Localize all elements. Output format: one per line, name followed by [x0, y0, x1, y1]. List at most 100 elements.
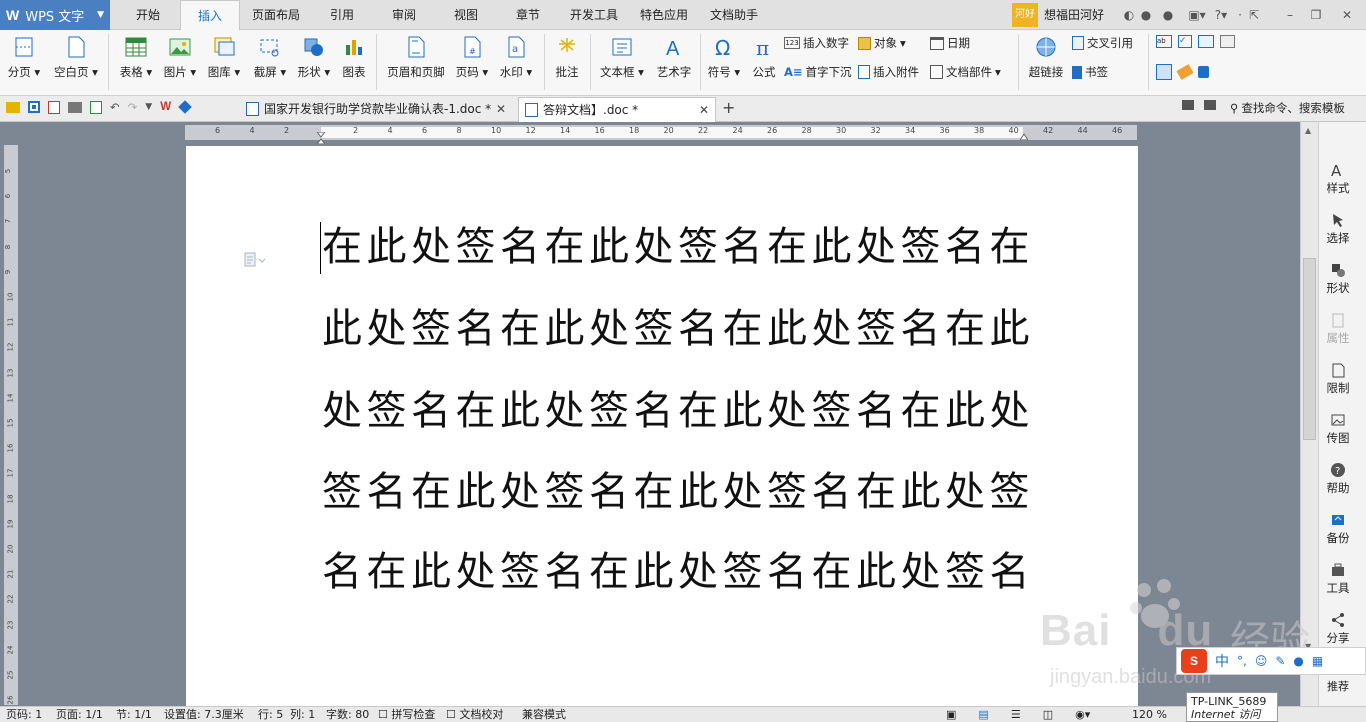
indent-marker-icon[interactable] — [317, 132, 325, 144]
tab-start[interactable]: 开始 — [122, 0, 174, 31]
tab-view[interactable]: 视图 — [442, 0, 490, 31]
document-line[interactable]: 在此处签名在此处签名在此处签名在 — [322, 217, 1034, 277]
cloud-icon[interactable]: ● — [1160, 0, 1176, 30]
tab-page-layout[interactable]: 页面布局 — [246, 0, 306, 31]
punctuation-icon[interactable]: °, — [1237, 654, 1247, 668]
cube-icon[interactable] — [178, 100, 192, 114]
side-select-button[interactable]: 选择 — [1318, 210, 1358, 246]
minimize-icon[interactable]: – — [1280, 0, 1300, 30]
tab-insert[interactable]: 插入 — [180, 0, 240, 31]
help-icon[interactable]: ?▾ — [1210, 0, 1232, 30]
user-badge[interactable]: 河好 — [1012, 3, 1038, 27]
restore-icon[interactable]: ❐ — [1306, 0, 1326, 30]
chart-button[interactable]: 图表 — [338, 32, 370, 80]
eraser-icon[interactable] — [1176, 64, 1194, 80]
scroll-up-icon[interactable]: ▲ — [1305, 126, 1311, 135]
handwrite-icon[interactable]: ✎ — [1275, 654, 1285, 668]
attachment-button[interactable]: 插入附件 — [858, 64, 919, 80]
table-button[interactable]: 表格 ▾ — [116, 32, 156, 80]
status-pages[interactable]: 页面: 1/1 — [56, 707, 103, 722]
fullscreen-icon[interactable]: ⇱ — [1244, 0, 1264, 30]
paragraph-options-icon[interactable] — [244, 252, 266, 268]
document-line[interactable]: 处签名在此处签名在此处签名在此处 — [322, 381, 1034, 441]
print-icon[interactable] — [68, 101, 82, 113]
status-page-code[interactable]: 页码: 1 — [6, 707, 42, 722]
side-help-button[interactable]: ? 帮助 — [1318, 460, 1358, 496]
pdf-export-icon[interactable] — [48, 100, 60, 114]
scroll-thumb[interactable] — [1303, 258, 1316, 440]
new-tab-icon[interactable]: + — [722, 98, 735, 117]
formula-button[interactable]: π 公式 — [748, 32, 780, 80]
comment-button[interactable]: 批注 — [550, 32, 584, 80]
side-backup-button[interactable]: 备份 — [1318, 510, 1358, 546]
split-page-button[interactable]: 分页 ▾ — [6, 32, 42, 80]
cross-ref-button[interactable]: 交叉引用 — [1072, 35, 1133, 51]
insert-number-button[interactable]: 123 插入数字 — [784, 35, 849, 51]
spellcheck-toggle[interactable]: ☐ 拼写检查 — [378, 707, 435, 722]
app-menu-button[interactable]: W WPS 文字 ▼ — [0, 0, 110, 30]
bookmark-button[interactable]: 书签 — [1072, 64, 1108, 80]
close-tab-icon[interactable]: ✕ — [699, 98, 709, 122]
search-box[interactable]: ⚲ 查找命令、搜索模板 — [1230, 100, 1345, 116]
horizontal-ruler[interactable]: 6 4 2 2 4 6 8 10 12 14 16 18 20 22 24 26 28 30 32 34 36 38 40 4… — [185, 125, 1137, 140]
gallery-button[interactable]: 图库 ▾ — [204, 32, 244, 80]
user-dropdown-icon[interactable]: ◐ — [1122, 0, 1136, 30]
open-folder-icon[interactable] — [6, 101, 20, 113]
checkbox-icon[interactable]: ✓ — [1178, 35, 1192, 48]
image-control-icon[interactable] — [1220, 35, 1235, 48]
close-icon[interactable]: ✕ — [1336, 0, 1358, 30]
tab-review[interactable]: 审阅 — [380, 0, 428, 31]
doc-check-toggle[interactable]: ☐ 文档校对 — [446, 707, 503, 722]
design-mode-icon[interactable] — [1156, 64, 1172, 80]
shape-button[interactable]: 形状 ▾ — [294, 32, 334, 80]
tab-doc-assistant[interactable]: 文档助手 — [704, 0, 764, 31]
object-button[interactable]: 对象 ▾ — [858, 35, 906, 51]
side-shape-button[interactable]: 形状 — [1318, 260, 1358, 296]
skin-icon[interactable]: ● — [1138, 0, 1154, 30]
emoji-icon[interactable]: ☺ — [1255, 654, 1268, 668]
watermark-button[interactable]: a 水印 ▾ — [496, 32, 536, 80]
right-indent-marker-icon[interactable] — [1020, 132, 1028, 140]
fullscreen-view-icon[interactable]: ▣ — [946, 707, 956, 722]
document-line[interactable]: 签名在此处签名在此处签名在此处签 — [322, 462, 1034, 522]
tab-chapter[interactable]: 章节 — [504, 0, 552, 31]
wordart-button[interactable]: A 艺术字 — [652, 32, 696, 80]
drop-cap-button[interactable]: A≡ 首字下沉 — [784, 64, 852, 80]
video-icon[interactable] — [1182, 100, 1194, 110]
doc-tab-active[interactable]: 答辩文档】.doc * ✕ — [518, 97, 716, 122]
textfield-icon[interactable]: ab — [1156, 35, 1172, 48]
page-number-button[interactable]: # 页码 ▾ — [452, 32, 492, 80]
side-restrict-button[interactable]: 限制 — [1318, 360, 1358, 396]
picture-button[interactable]: 图片 ▾ — [160, 32, 200, 80]
user-name[interactable]: 想福田河好 — [1044, 0, 1104, 30]
save-icon[interactable] — [28, 101, 40, 113]
microphone-icon[interactable]: ● — [1293, 654, 1303, 668]
undo-icon[interactable]: ↶ — [110, 100, 120, 114]
reading-view-icon[interactable]: ◉▾ — [1075, 707, 1090, 722]
web-view-icon[interactable]: ◫ — [1043, 707, 1053, 722]
vertical-ruler[interactable]: 5678910111213141516171819202122232425262… — [4, 145, 18, 722]
symbol-button[interactable]: Ω 符号 ▾ — [704, 32, 744, 80]
listbox-icon[interactable] — [1198, 35, 1214, 48]
zoom-level[interactable]: 120 % — [1132, 707, 1167, 722]
print-preview-icon[interactable] — [90, 100, 102, 114]
wps-home-icon[interactable]: W — [160, 101, 171, 113]
hyperlink-button[interactable]: 超链接 — [1024, 32, 1068, 80]
date-button[interactable]: 日期 — [930, 35, 970, 51]
document-line[interactable]: 名在此处签名在此处签名在此处签名 — [322, 542, 1034, 602]
side-upload-image-button[interactable]: 传图 — [1318, 410, 1358, 446]
blank-page-button[interactable]: 空白页 ▾ — [50, 32, 102, 80]
document-line[interactable]: 此处签名在此处签名在此处签名在此 — [322, 299, 1034, 359]
side-properties-button[interactable]: 属性 — [1318, 310, 1358, 346]
header-footer-button[interactable]: 页眉和页脚 — [382, 32, 450, 80]
ime-toolbox-icon[interactable]: ▦ — [1312, 654, 1323, 668]
tab-developer[interactable]: 开发工具 — [564, 0, 624, 31]
close-tab-icon[interactable]: ✕ — [496, 97, 506, 121]
tab-references[interactable]: 引用 — [318, 0, 366, 31]
textbox-button[interactable]: 文本框 ▾ — [596, 32, 648, 80]
lock-icon[interactable] — [1198, 66, 1209, 78]
sogou-icon[interactable]: S — [1181, 649, 1207, 673]
doc-parts-button[interactable]: 文档部件 ▾ — [930, 64, 1001, 80]
screenshot-button[interactable]: 截屏 ▾ — [250, 32, 290, 80]
doc-tab[interactable]: 国家开发银行助学贷款毕业确认表-1.doc * ✕ — [240, 97, 512, 122]
